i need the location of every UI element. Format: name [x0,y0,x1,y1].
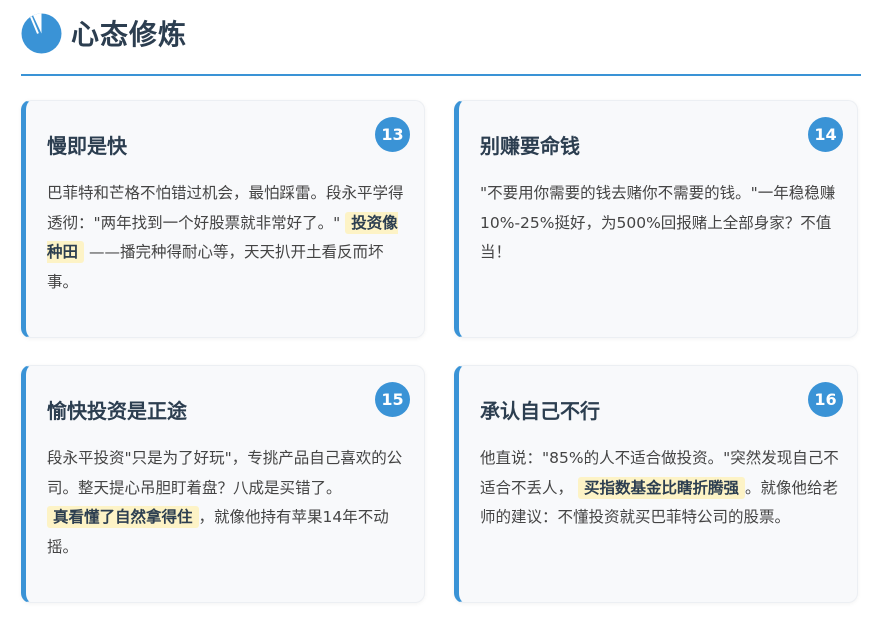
card-title: 承认自己不行 [480,399,600,423]
principle-card: 14 别赚要命钱 "不要用你需要的钱去赌你不需要的钱。"一年稳稳赚10%-25%… [454,100,858,338]
card-number-badge: 13 [375,117,410,152]
principle-card: 16 承认自己不行 他直说："85%的人不适合做投资。"突然发现自己不适合不丢人… [454,365,858,603]
principle-card: 13 慢即是快 巴菲特和芒格不怕错过机会，最怕踩雷。段永平学得透彻："两年找到一… [21,100,425,338]
card-text: ——播完种得耐心等，天天扒开土看反而坏事。 [47,243,384,291]
principle-card: 15 愉快投资是正途 段永平投资"只是为了好玩"，专挑产品自己喜欢的公司。整天提… [21,365,425,603]
card-title: 慢即是快 [47,134,127,158]
card-number-badge: 16 [808,382,843,417]
card-title: 愉快投资是正途 [47,399,187,423]
card-number-badge: 15 [375,382,410,417]
pie-chart-icon [21,13,62,54]
page-header: 心态修炼 [21,0,861,76]
card-text: 段永平投资"只是为了好玩"，专挑产品自己喜欢的公司。整天提心吊胆盯着盘？八成是买… [47,449,403,497]
card-body: 巴菲特和芒格不怕错过机会，最怕踩雷。段永平学得透彻："两年找到一个好股票就非常好… [47,179,409,297]
card-text: "不要用你需要的钱去赌你不需要的钱。"一年稳稳赚10%-25%挺好，为500%回… [480,184,836,261]
card-highlight: 真看懂了自然拿得住 [47,506,199,528]
card-body: 段永平投资"只是为了好玩"，专挑产品自己喜欢的公司。整天提心吊胆盯着盘？八成是买… [47,444,409,562]
card-body: "不要用你需要的钱去赌你不需要的钱。"一年稳稳赚10%-25%挺好，为500%回… [480,179,842,268]
card-number-badge: 14 [808,117,843,152]
card-body: 他直说："85%的人不适合做投资。"突然发现自己不适合不丢人， 买指数基金比瞎折… [480,444,842,533]
card-highlight: 买指数基金比瞎折腾强 [577,476,745,499]
card-title: 别赚要命钱 [480,134,580,158]
page-title: 心态修炼 [71,18,188,51]
